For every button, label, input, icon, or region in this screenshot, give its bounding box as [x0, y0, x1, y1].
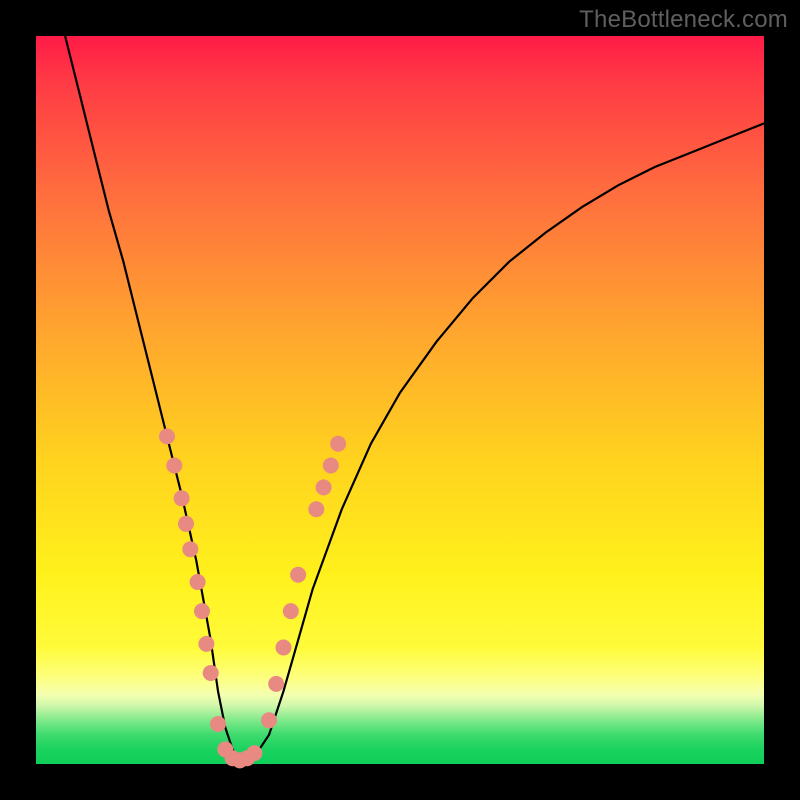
- data-marker: [182, 541, 198, 557]
- watermark-text: TheBottleneck.com: [579, 6, 788, 34]
- data-marker: [210, 716, 226, 732]
- data-marker: [261, 712, 277, 728]
- data-marker: [316, 479, 332, 495]
- data-markers: [159, 428, 346, 768]
- data-marker: [203, 665, 219, 681]
- data-marker: [268, 676, 284, 692]
- data-marker: [246, 745, 262, 761]
- bottleneck-curve: [65, 36, 764, 760]
- chart-svg: [36, 36, 764, 764]
- data-marker: [290, 567, 306, 583]
- chart-frame: [36, 36, 764, 764]
- data-marker: [190, 574, 206, 590]
- data-marker: [174, 490, 190, 506]
- data-marker: [194, 603, 210, 619]
- data-marker: [323, 458, 339, 474]
- data-marker: [330, 436, 346, 452]
- data-marker: [159, 428, 175, 444]
- data-marker: [166, 458, 182, 474]
- data-marker: [178, 516, 194, 532]
- data-marker: [283, 603, 299, 619]
- data-marker: [308, 501, 324, 517]
- data-marker: [198, 636, 214, 652]
- data-marker: [276, 640, 292, 656]
